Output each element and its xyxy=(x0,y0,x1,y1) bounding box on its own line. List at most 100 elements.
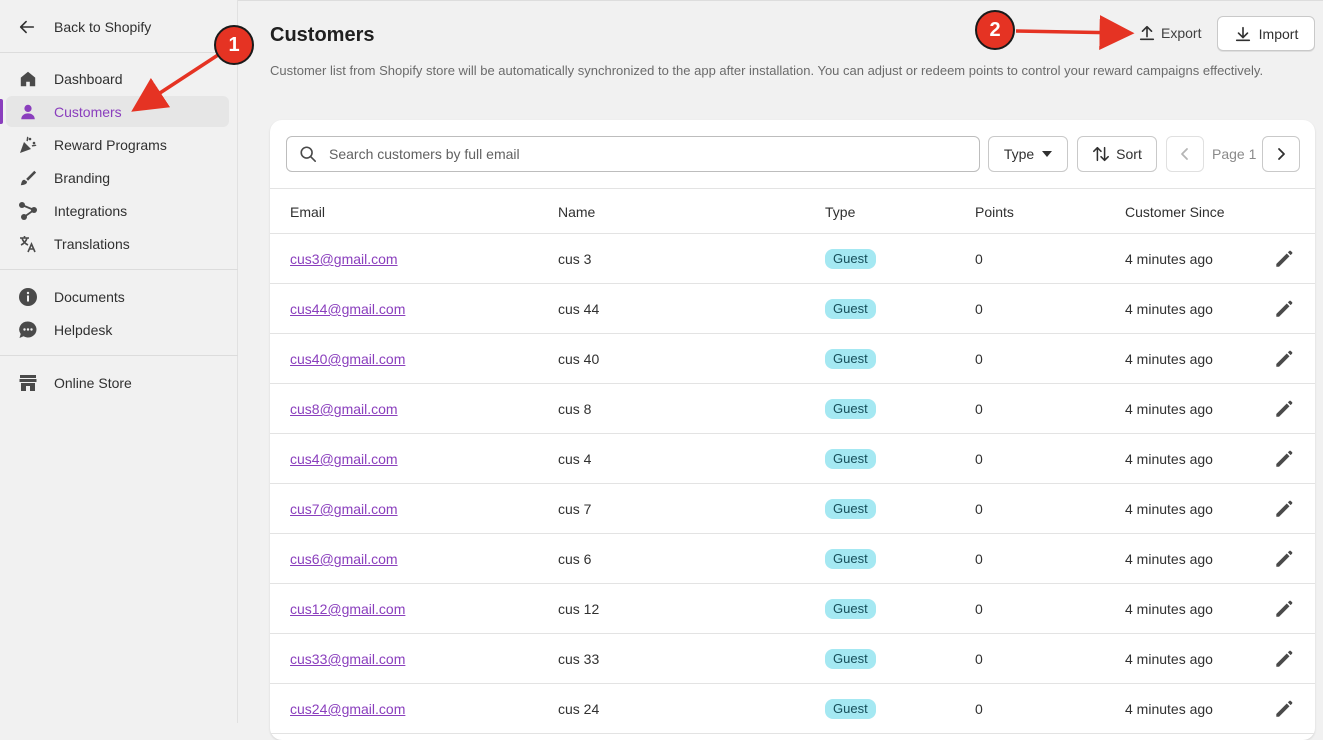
table-row: cus40@gmail.com cus 40 Guest 0 4 minutes ago xyxy=(270,334,1315,384)
import-label: Import xyxy=(1258,25,1299,42)
edit-pencil-icon[interactable] xyxy=(1273,248,1295,270)
customer-type-badge: Guest xyxy=(825,499,876,519)
annotation-marker-1: 1 xyxy=(214,25,254,65)
customer-name: cus 6 xyxy=(558,551,592,567)
sidebar-item-label: Branding xyxy=(54,169,111,186)
table-row: cus3@gmail.com cus 3 Guest 0 4 minutes ago xyxy=(270,234,1315,284)
sidebar-item-dashboard[interactable]: Dashboard xyxy=(6,63,229,94)
customer-email-link[interactable]: cus3@gmail.com xyxy=(290,234,398,284)
search-field[interactable] xyxy=(286,136,980,172)
customer-type-badge: Guest xyxy=(825,399,876,419)
sort-icon xyxy=(1092,145,1110,163)
annotation-marker-2: 2 xyxy=(975,10,1015,50)
sidebar-divider xyxy=(0,269,238,270)
customer-email-link[interactable]: cus7@gmail.com xyxy=(290,484,398,534)
edit-pencil-icon[interactable] xyxy=(1273,348,1295,370)
customer-email-link[interactable]: cus44@gmail.com xyxy=(290,284,405,334)
top-border xyxy=(238,0,1323,1)
customer-since: 4 minutes ago xyxy=(1125,401,1213,417)
customer-type-badge: Guest xyxy=(825,649,876,669)
customer-since: 4 minutes ago xyxy=(1125,701,1213,717)
sidebar-item-label: Helpdesk xyxy=(54,321,113,338)
upload-icon xyxy=(1138,24,1156,42)
column-header-points: Points xyxy=(975,204,1014,220)
customer-email-link[interactable]: cus12@gmail.com xyxy=(290,584,405,634)
customer-since: 4 minutes ago xyxy=(1125,351,1213,367)
back-to-shopify-link[interactable]: Back to Shopify xyxy=(0,10,238,44)
customer-name: cus 4 xyxy=(558,451,592,467)
edit-pencil-icon[interactable] xyxy=(1273,448,1295,470)
edit-pencil-icon[interactable] xyxy=(1273,698,1295,720)
chevron-left-icon xyxy=(1178,147,1192,161)
arrow-left-icon xyxy=(18,17,38,37)
sidebar-item-label: Translations xyxy=(54,235,130,252)
customer-since: 4 minutes ago xyxy=(1125,451,1213,467)
customer-points: 0 xyxy=(975,551,983,567)
column-header-type: Type xyxy=(825,204,856,220)
search-input[interactable] xyxy=(327,145,967,163)
customer-email-link[interactable]: cus24@gmail.com xyxy=(290,684,405,734)
sidebar-item-documents[interactable]: Documents xyxy=(6,281,229,312)
customer-type-badge: Guest xyxy=(825,449,876,469)
customer-email-link[interactable]: cus4@gmail.com xyxy=(290,434,398,484)
customer-type-badge: Guest xyxy=(825,549,876,569)
edit-pencil-icon[interactable] xyxy=(1273,298,1295,320)
customer-email-link[interactable]: cus33@gmail.com xyxy=(290,634,405,684)
customer-email-link[interactable]: cus6@gmail.com xyxy=(290,534,398,584)
customer-name: cus 33 xyxy=(558,651,600,667)
column-header-name: Name xyxy=(558,204,596,220)
page-description: Customer list from Shopify store will be… xyxy=(270,63,1264,78)
download-icon xyxy=(1234,25,1252,43)
edit-pencil-icon[interactable] xyxy=(1273,548,1295,570)
customer-since: 4 minutes ago xyxy=(1125,501,1213,517)
customer-points: 0 xyxy=(975,451,983,467)
customer-type-badge: Guest xyxy=(825,299,876,319)
customer-points: 0 xyxy=(975,701,983,717)
export-label: Export xyxy=(1161,25,1202,41)
type-filter-button[interactable]: Type xyxy=(988,136,1068,172)
sidebar-item-helpdesk[interactable]: Helpdesk xyxy=(6,314,229,345)
sidebar-item-label: Customers xyxy=(54,103,122,120)
next-page-button[interactable] xyxy=(1262,136,1300,172)
sidebar-item-customers[interactable]: Customers xyxy=(0,96,229,127)
column-header-customer-since: Customer Since xyxy=(1125,204,1225,220)
sidebar-item-label: Dashboard xyxy=(54,70,123,87)
sidebar-item-label: Reward Programs xyxy=(54,136,167,153)
customer-email-link[interactable]: cus8@gmail.com xyxy=(290,384,398,434)
previous-page-button[interactable] xyxy=(1166,136,1204,172)
edit-pencil-icon[interactable] xyxy=(1273,648,1295,670)
sidebar-item-integrations[interactable]: Integrations xyxy=(6,195,229,226)
chevron-right-icon xyxy=(1274,147,1288,161)
sidebar-item-label: Integrations xyxy=(54,202,128,219)
customer-since: 4 minutes ago xyxy=(1125,651,1213,667)
export-button[interactable]: Export xyxy=(1138,22,1201,44)
sidebar-divider xyxy=(0,52,238,53)
customer-email-link[interactable]: cus40@gmail.com xyxy=(290,334,405,384)
table-row: cus4@gmail.com cus 4 Guest 0 4 minutes ago xyxy=(270,434,1315,484)
edit-pencil-icon[interactable] xyxy=(1273,498,1295,520)
search-icon xyxy=(299,145,317,163)
customer-type-badge: Guest xyxy=(825,249,876,269)
sidebar-item-reward-programs[interactable]: Reward Programs xyxy=(6,129,229,160)
customer-points: 0 xyxy=(975,501,983,517)
table-row: cus24@gmail.com cus 24 Guest 0 4 minutes ago xyxy=(270,684,1315,734)
customer-name: cus 24 xyxy=(558,701,600,717)
customer-type-badge: Guest xyxy=(825,699,876,719)
sidebar-item-branding[interactable]: Branding xyxy=(6,162,229,193)
customer-points: 0 xyxy=(975,251,983,267)
customer-name: cus 40 xyxy=(558,351,600,367)
customer-type-badge: Guest xyxy=(825,349,876,369)
translate-icon xyxy=(18,234,38,254)
edit-pencil-icon[interactable] xyxy=(1273,598,1295,620)
table-row: cus44@gmail.com cus 44 Guest 0 4 minutes ago xyxy=(270,284,1315,334)
table-header: Email Name Type Points Customer Since xyxy=(270,188,1315,234)
import-button[interactable]: Import xyxy=(1217,16,1315,51)
sidebar-item-online-store[interactable]: Online Store xyxy=(6,367,229,398)
sort-button[interactable]: Sort xyxy=(1077,136,1157,172)
customer-points: 0 xyxy=(975,651,983,667)
paintbrush-icon xyxy=(18,168,38,188)
customer-since: 4 minutes ago xyxy=(1125,251,1213,267)
edit-pencil-icon[interactable] xyxy=(1273,398,1295,420)
sidebar-item-translations[interactable]: Translations xyxy=(6,228,229,259)
column-header-email: Email xyxy=(290,204,326,220)
